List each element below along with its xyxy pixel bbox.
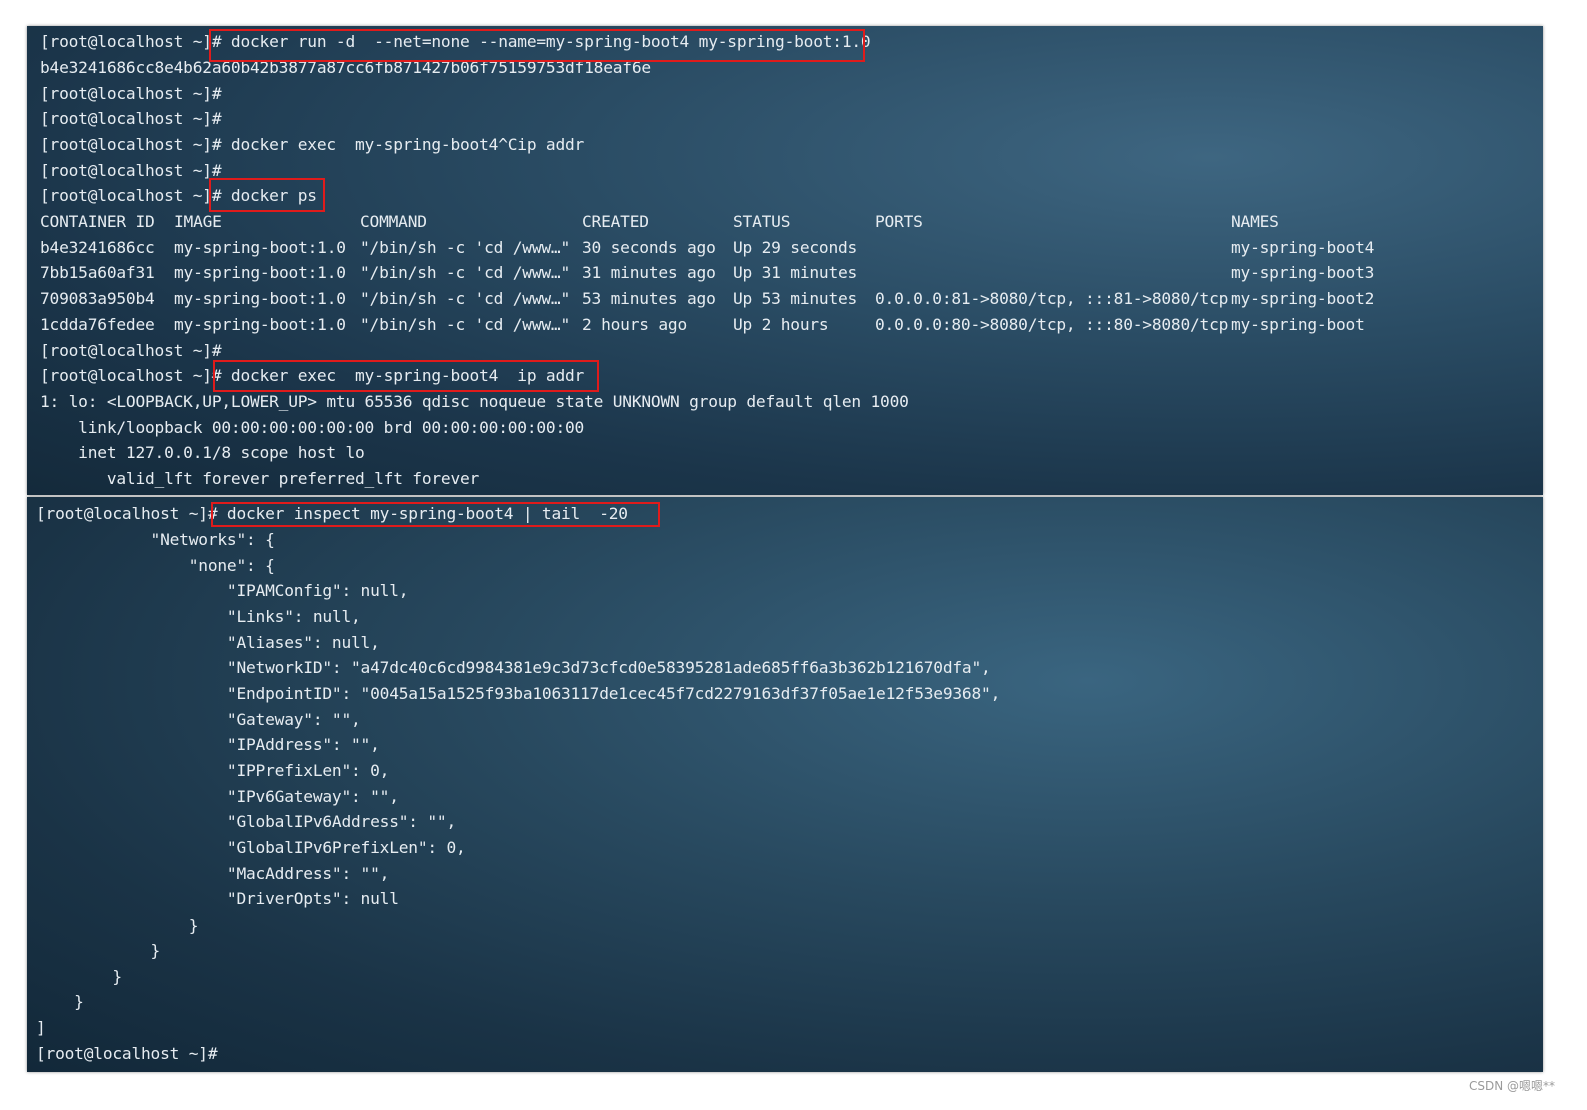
terminal-line: [root@localhost ~]#	[40, 84, 222, 103]
cell-created: 2 hours ago	[582, 315, 688, 334]
terminal-pane-bottom[interactable]: [root@localhost ~]# docker inspect my-sp…	[27, 497, 1543, 1072]
terminal-prompt[interactable]: [root@localhost ~]#	[36, 1041, 218, 1067]
cell-ports: 0.0.0.0:81->8080/tcp, :::81->8080/tcp	[875, 289, 1229, 308]
terminal-line: 1: lo: <LOOPBACK,UP,LOWER_UP> mtu 65536 …	[40, 392, 909, 411]
terminal-line: }	[36, 992, 84, 1011]
terminal-line: "Gateway": "",	[36, 710, 361, 729]
cell-names: my-spring-boot4	[1231, 238, 1375, 257]
cell-image: my-spring-boot:1.0	[174, 263, 346, 282]
cell-container-id: 1cdda76fedee	[40, 315, 155, 334]
table-row: 709083a950b4 my-spring-boot:1.0 "/bin/sh…	[27, 286, 1543, 312]
terminal-line: [root@localhost ~]# docker run -d --net=…	[40, 32, 871, 51]
terminal-line: "Links": null,	[36, 607, 361, 626]
header-status: STATUS	[733, 212, 791, 231]
terminal-line: "Networks": {	[36, 530, 275, 549]
cell-created: 31 minutes ago	[582, 263, 716, 282]
cell-image: my-spring-boot:1.0	[174, 289, 346, 308]
cell-status: Up 53 minutes	[733, 289, 858, 308]
terminal-line: "NetworkID": "a47dc40c6cd9984381e9c3d73c…	[36, 658, 991, 677]
header-container-id: CONTAINER ID	[40, 212, 155, 231]
table-row: 1cdda76fedee my-spring-boot:1.0 "/bin/sh…	[27, 312, 1543, 338]
cell-container-id: b4e3241686cc	[40, 238, 155, 257]
header-names: NAMES	[1231, 212, 1279, 231]
terminal-line: [root@localhost ~]#	[40, 341, 222, 360]
cell-status: Up 29 seconds	[733, 238, 858, 257]
cell-created: 30 seconds ago	[582, 238, 716, 257]
cell-names: my-spring-boot3	[1231, 263, 1375, 282]
terminal-line: [root@localhost ~]#	[40, 161, 222, 180]
terminal-line: }	[36, 916, 199, 935]
terminal-line: b4e3241686cc8e4b62a60b42b3877a87cc6fb871…	[40, 58, 651, 77]
terminal-line: [root@localhost ~]# docker exec my-sprin…	[40, 366, 585, 385]
terminal-line: "Aliases": null,	[36, 633, 380, 652]
cell-created: 53 minutes ago	[582, 289, 716, 308]
terminal-line: [root@localhost ~]# docker inspect my-sp…	[36, 504, 628, 523]
table-row: b4e3241686cc my-spring-boot:1.0 "/bin/sh…	[27, 235, 1543, 261]
terminal-line: "IPPrefixLen": 0,	[36, 761, 390, 780]
terminal-line: ]	[36, 1018, 46, 1037]
header-created: CREATED	[582, 212, 649, 231]
terminal-line: "GlobalIPv6PrefixLen": 0,	[36, 838, 466, 857]
cell-command: "/bin/sh -c 'cd /www…"	[360, 289, 571, 308]
cell-container-id: 7bb15a60af31	[40, 263, 155, 282]
cell-status: Up 2 hours	[733, 315, 829, 334]
terminal-line: "none": {	[36, 556, 275, 575]
table-header-row: CONTAINER ID IMAGE COMMAND CREATED STATU…	[27, 209, 1543, 235]
terminal-line: valid_lft forever preferred_lft forever	[40, 469, 480, 488]
terminal-line: [root@localhost ~]# docker ps	[40, 186, 317, 205]
cell-names: my-spring-boot	[1231, 315, 1365, 334]
terminal-line: "IPv6Gateway": "",	[36, 787, 399, 806]
cell-image: my-spring-boot:1.0	[174, 238, 346, 257]
terminal-line: }	[36, 967, 122, 986]
terminal-pane-top[interactable]: [root@localhost ~]# docker run -d --net=…	[27, 26, 1543, 495]
terminal-line: "GlobalIPv6Address": "",	[36, 812, 457, 831]
cell-command: "/bin/sh -c 'cd /www…"	[360, 238, 571, 257]
header-image: IMAGE	[174, 212, 222, 231]
terminal-line: link/loopback 00:00:00:00:00:00 brd 00:0…	[40, 418, 585, 437]
terminal-line: inet 127.0.0.1/8 scope host lo	[40, 443, 365, 462]
cell-command: "/bin/sh -c 'cd /www…"	[360, 263, 571, 282]
terminal-line: [root@localhost ~]#	[40, 109, 222, 128]
terminal-line: "IPAddress": "",	[36, 735, 380, 754]
header-command: COMMAND	[360, 212, 427, 231]
cell-status: Up 31 minutes	[733, 263, 858, 282]
terminal-line: "MacAddress": "",	[36, 864, 390, 883]
terminal-line: "EndpointID": "0045a15a1525f93ba1063117d…	[36, 684, 1001, 703]
terminal-line: "DriverOpts": null	[36, 889, 399, 908]
table-row: 7bb15a60af31 my-spring-boot:1.0 "/bin/sh…	[27, 260, 1543, 286]
header-ports: PORTS	[875, 212, 923, 231]
terminal-line: }	[36, 941, 161, 960]
terminal-line: [root@localhost ~]# docker exec my-sprin…	[40, 135, 585, 154]
cell-ports: 0.0.0.0:80->8080/tcp, :::80->8080/tcp	[875, 315, 1229, 334]
watermark-text: CSDN @嗯嗯**	[1468, 1079, 1555, 1093]
cell-command: "/bin/sh -c 'cd /www…"	[360, 315, 571, 334]
terminal-line: "IPAMConfig": null,	[36, 581, 409, 600]
cell-container-id: 709083a950b4	[40, 289, 155, 308]
cell-image: my-spring-boot:1.0	[174, 315, 346, 334]
cell-names: my-spring-boot2	[1231, 289, 1375, 308]
